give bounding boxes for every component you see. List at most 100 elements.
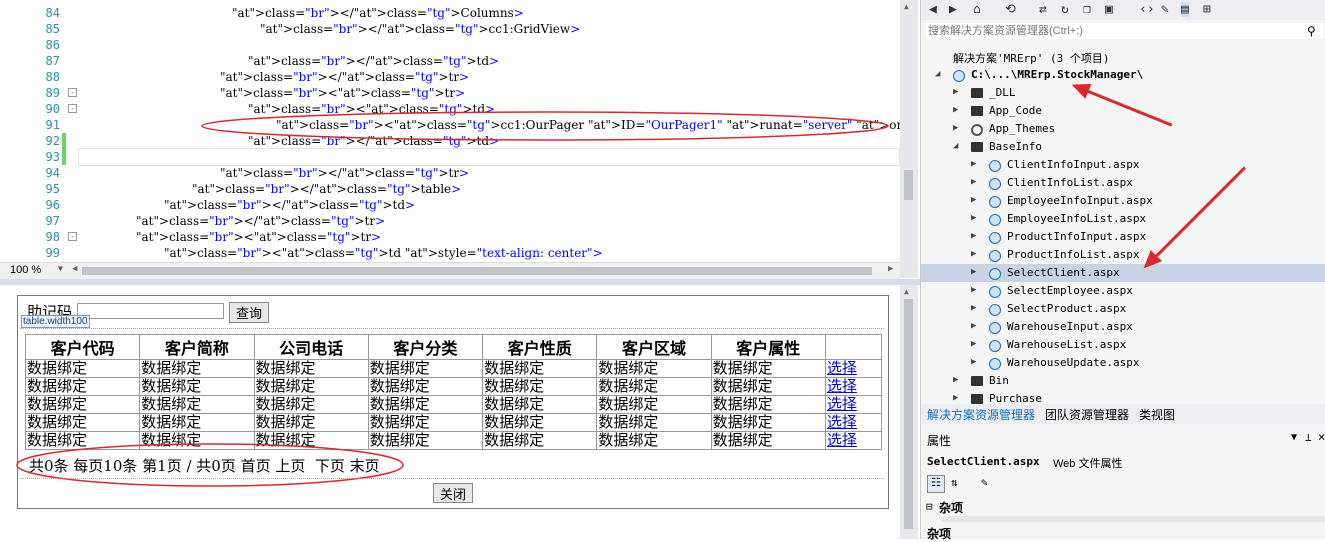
tree-item[interactable]: ▶ SelectProduct.aspx — [921, 300, 1325, 318]
code-line[interactable]: "at">class="br"></"at">class="tg">table> — [192, 182, 461, 196]
categorized-icon[interactable]: ☷ — [927, 475, 945, 493]
tab-class-view[interactable]: 类视图 — [1139, 406, 1175, 423]
tree-item[interactable]: ▶ _DLL — [921, 84, 1325, 102]
design-surface[interactable]: 助记码 查询 table.width100 客户代码 客户简称 公司电话 客户分类 客户… — [0, 285, 900, 539]
tree-item[interactable]: ▶ WarehouseInput.aspx — [921, 318, 1325, 336]
code-line[interactable]: "at">class="br"></"at">class="tg">Column… — [232, 6, 524, 20]
tab-team-explorer[interactable]: 团队资源管理器 — [1045, 406, 1129, 423]
code-line[interactable]: "at">class="br"><"at">class="tg">tr> — [136, 230, 381, 244]
horizontal-scroll-thumb[interactable] — [82, 267, 872, 275]
sync-icon[interactable]: ⇄ — [1039, 2, 1047, 17]
expand-icon[interactable]: ▶ — [971, 267, 976, 277]
expand-icon[interactable]: ▶ — [953, 375, 958, 385]
code-line[interactable]: "at">class="br"></"at">class="tg">tr> — [136, 214, 385, 228]
tree-item[interactable]: ▶ App_Themes — [921, 120, 1325, 138]
zoom-level[interactable]: 100 % — [10, 264, 41, 276]
forward-icon[interactable]: ▶ — [949, 2, 957, 17]
tab-solution-explorer[interactable]: 解决方案资源管理器 — [927, 406, 1035, 423]
tree-project[interactable]: ◢ C:\...\MRErp.StockManager\ — [921, 66, 1325, 84]
back-icon[interactable]: ◀ — [929, 2, 937, 17]
scroll-thumb[interactable] — [904, 299, 913, 529]
expand-icon[interactable]: ▶ — [971, 303, 976, 313]
expand-icon[interactable]: ▶ — [971, 321, 976, 331]
code-line[interactable]: "at">class="br"><"at">class="tg">td "at"… — [164, 246, 603, 260]
tree-item[interactable]: ▶ SelectClient.aspx — [921, 264, 1325, 282]
expand-icon[interactable]: ▶ — [953, 105, 958, 115]
tree-item[interactable]: ▶ Bin — [921, 372, 1325, 390]
property-pages-icon[interactable]: ✎ — [981, 476, 988, 489]
expand-icon[interactable]: ▶ — [971, 357, 976, 367]
expand-icon[interactable]: ▶ — [971, 339, 976, 349]
select-link[interactable]: 选择 — [827, 413, 857, 431]
editor-scrollbar[interactable]: ▲ — [900, 0, 918, 278]
preview-icon[interactable]: ▤ — [1181, 2, 1189, 17]
code-line[interactable]: "at">class="br"></"at">class="tg">td> — [164, 198, 415, 212]
tree-item[interactable]: ▶ EmployeeInfoInput.aspx — [921, 192, 1325, 210]
history-icon[interactable]: ⟲ — [1005, 2, 1016, 17]
expand-icon[interactable]: ▶ — [953, 87, 958, 97]
tree-item[interactable]: ▶ WarehouseList.aspx — [921, 336, 1325, 354]
select-link[interactable]: 选择 — [827, 395, 857, 413]
select-link[interactable]: 选择 — [827, 431, 857, 449]
fold-toggle[interactable]: - — [68, 88, 77, 97]
close-icon[interactable]: × — [1318, 430, 1325, 444]
web-page-icon — [989, 214, 1001, 226]
expand-icon[interactable]: ▶ — [971, 213, 976, 223]
copy-icon[interactable]: ❐ — [1083, 2, 1091, 17]
fold-toggle[interactable]: - — [68, 232, 77, 241]
dropdown-icon[interactable]: ▼ — [1291, 432, 1297, 443]
properties-icon[interactable]: ✎ — [1161, 2, 1169, 17]
collapse-icon[interactable]: ◢ — [935, 69, 940, 79]
expand-icon[interactable]: ▶ — [971, 177, 976, 187]
scroll-thumb[interactable] — [904, 170, 913, 200]
scroll-up-icon[interactable]: ▲ — [904, 2, 909, 11]
tree-solution[interactable]: 解决方案'MRErp' (3 个项目) — [921, 48, 1325, 66]
class-diagram-icon[interactable]: ⊞ — [1203, 2, 1211, 17]
tree-item[interactable]: ▶ ClientInfoList.aspx — [921, 174, 1325, 192]
expand-icon[interactable]: ▶ — [953, 123, 958, 133]
scroll-left-icon[interactable]: ◀ — [72, 264, 77, 274]
code-line[interactable]: "at">class="br"></"at">class="tg">tr> — [220, 166, 469, 180]
expand-icon[interactable]: ▶ — [971, 285, 976, 295]
zoom-dropdown-icon[interactable]: ▼ — [58, 264, 63, 273]
tree-item[interactable]: ◢ BaseInfo — [921, 138, 1325, 156]
query-button[interactable]: 查询 — [229, 302, 269, 323]
expand-icon[interactable]: ▶ — [953, 393, 958, 403]
se-search-input[interactable] — [925, 23, 1323, 39]
search-icon[interactable]: ⚲ — [1307, 24, 1316, 38]
show-all-icon[interactable]: ▣ — [1105, 2, 1113, 17]
close-button[interactable]: 关闭 — [433, 483, 473, 503]
expand-icon[interactable]: ▶ — [971, 159, 976, 169]
home-icon[interactable]: ⌂ — [973, 2, 981, 17]
expand-icon[interactable]: ▶ — [971, 195, 976, 205]
scroll-up-icon[interactable]: ▲ — [904, 287, 909, 296]
select-link[interactable]: 选择 — [827, 359, 857, 377]
expand-icon[interactable]: ▶ — [971, 231, 976, 241]
code-line[interactable]: "at">class="br"><"at">class="tg">tr> — [220, 86, 465, 100]
collapse-icon[interactable]: ⊟ — [926, 500, 933, 513]
select-link[interactable]: 选择 — [827, 377, 857, 395]
expand-icon[interactable]: ▶ — [971, 249, 976, 259]
code-line[interactable]: "at">class="br"></"at">class="tg">td> — [248, 54, 499, 68]
tree-item[interactable]: ▶ EmployeeInfoList.aspx — [921, 210, 1325, 228]
tree-item[interactable]: ▶ ProductInfoInput.aspx — [921, 228, 1325, 246]
design-scrollbar[interactable]: ▲ — [900, 285, 918, 539]
search-input[interactable] — [77, 303, 224, 319]
code-icon[interactable]: ‹› — [1139, 2, 1155, 17]
refresh-icon[interactable]: ↻ — [1061, 2, 1069, 17]
scroll-right-icon[interactable]: ▶ — [888, 264, 893, 274]
properties-object: SelectClient.aspx — [927, 455, 1040, 468]
pin-icon[interactable]: ⊥ — [1305, 431, 1312, 444]
tree-item[interactable]: ▶ ClientInfoInput.aspx — [921, 156, 1325, 174]
code-editor[interactable]: 84 "at">class="br"></"at">class="tg">Colu… — [0, 0, 900, 262]
tree-item[interactable]: ▶ SelectEmployee.aspx — [921, 282, 1325, 300]
code-line[interactable]: "at">class="br"></"at">class="tg">tr> — [220, 70, 469, 84]
alphabetical-icon[interactable]: ⇅ — [951, 476, 958, 489]
tree-item[interactable]: ▶ WarehouseUpdate.aspx — [921, 354, 1325, 372]
tree-item[interactable]: ▶ ProductInfoList.aspx — [921, 246, 1325, 264]
line-number: 98 — [45, 230, 60, 244]
collapse-icon[interactable]: ◢ — [953, 141, 958, 151]
fold-toggle[interactable]: - — [68, 104, 77, 113]
tree-item[interactable]: ▶ Purchase — [921, 390, 1325, 404]
code-line[interactable]: "at">class="br"></"at">class="tg">cc1:Gr… — [260, 22, 580, 36]
